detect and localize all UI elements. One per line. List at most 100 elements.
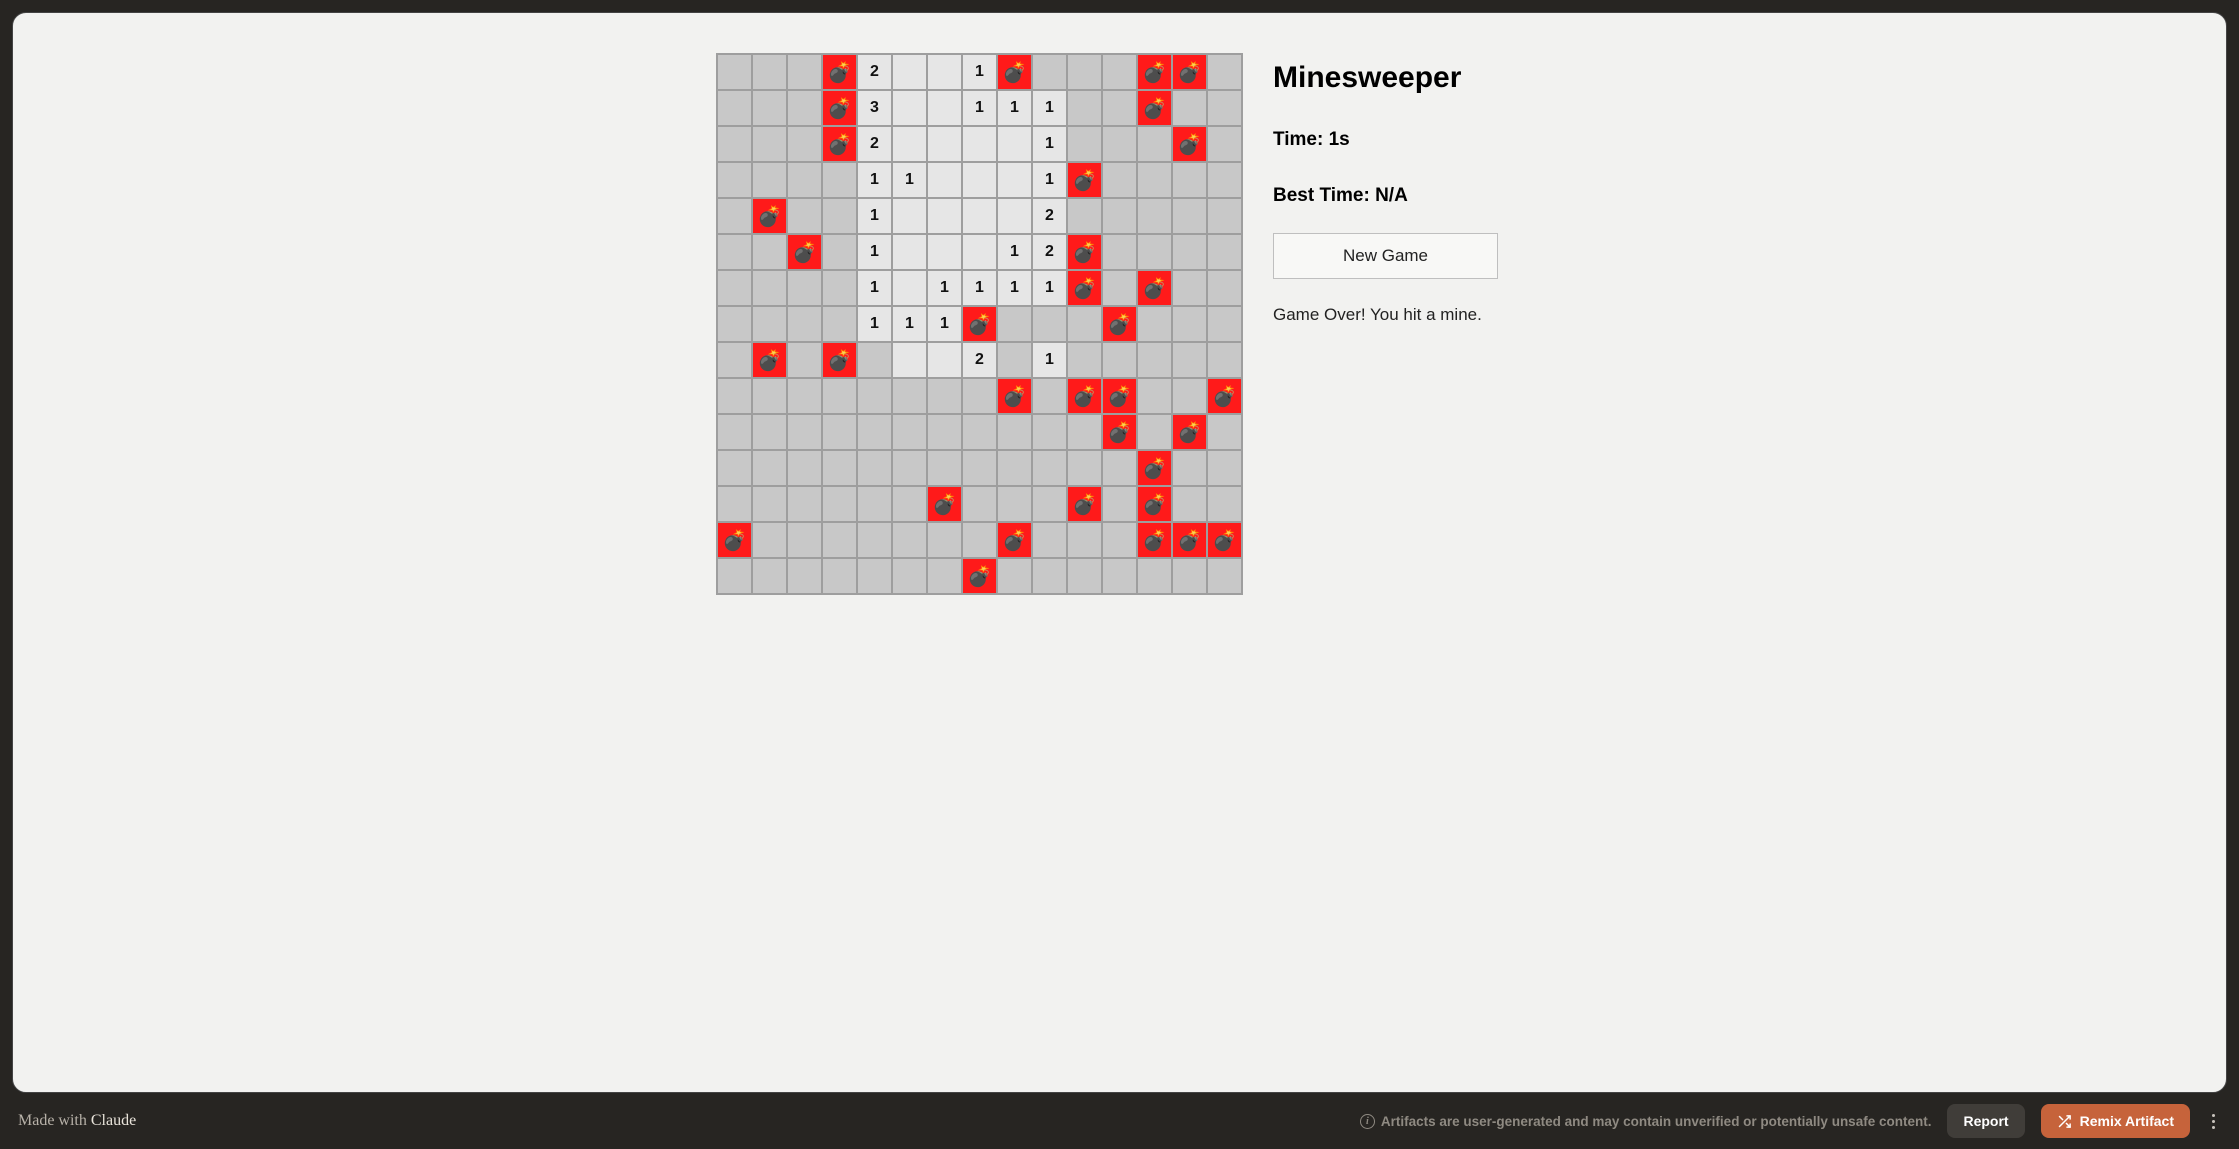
cell[interactable] [1032,306,1067,342]
cell[interactable] [1137,234,1172,270]
cell[interactable]: 💣 [1137,90,1172,126]
cell[interactable] [927,234,962,270]
cell[interactable] [752,234,787,270]
cell[interactable] [962,198,997,234]
cell[interactable] [1102,162,1137,198]
cell[interactable] [752,414,787,450]
cell[interactable]: 1 [997,270,1032,306]
cell[interactable] [1207,126,1242,162]
cell[interactable] [787,90,822,126]
cell[interactable]: 💣 [1137,270,1172,306]
cell[interactable] [822,522,857,558]
cell[interactable] [1137,162,1172,198]
cell[interactable]: 3 [857,90,892,126]
cell[interactable] [752,450,787,486]
cell[interactable]: 💣 [1137,450,1172,486]
cell[interactable] [1032,414,1067,450]
cell[interactable] [927,342,962,378]
cell[interactable]: 💣 [717,522,752,558]
cell[interactable]: 💣 [1207,378,1242,414]
cell[interactable] [1207,486,1242,522]
cell[interactable] [1032,378,1067,414]
cell[interactable] [1137,126,1172,162]
cell[interactable]: 💣 [1172,126,1207,162]
remix-artifact-button[interactable]: Remix Artifact [2041,1104,2190,1138]
cell[interactable] [997,198,1032,234]
cell[interactable] [892,54,927,90]
cell[interactable] [962,378,997,414]
cell[interactable]: 💣 [1067,162,1102,198]
cell[interactable] [1172,342,1207,378]
cell[interactable]: 1 [857,270,892,306]
cell[interactable] [962,522,997,558]
cell[interactable]: 💣 [962,306,997,342]
cell[interactable] [927,162,962,198]
cell[interactable]: 💣 [1067,270,1102,306]
cell[interactable]: 💣 [1067,378,1102,414]
cell[interactable]: 💣 [1067,486,1102,522]
cell[interactable] [857,486,892,522]
cell[interactable] [717,126,752,162]
cell[interactable] [822,450,857,486]
cell[interactable] [752,486,787,522]
cell[interactable] [787,378,822,414]
cell[interactable]: 1 [1032,342,1067,378]
cell[interactable]: 💣 [1137,486,1172,522]
cell[interactable] [822,414,857,450]
cell[interactable] [1207,342,1242,378]
cell[interactable]: 1 [857,198,892,234]
cell[interactable] [752,522,787,558]
cell[interactable]: 1 [1032,270,1067,306]
cell[interactable]: 2 [962,342,997,378]
cell[interactable]: 💣 [1102,378,1137,414]
cell[interactable] [997,126,1032,162]
cell[interactable] [752,54,787,90]
cell[interactable] [1032,54,1067,90]
cell[interactable] [997,162,1032,198]
cell[interactable] [962,126,997,162]
cell[interactable] [822,306,857,342]
cell[interactable] [1207,270,1242,306]
cell[interactable] [857,378,892,414]
cell[interactable]: 1 [1032,162,1067,198]
cell[interactable] [717,306,752,342]
cell[interactable] [892,198,927,234]
cell[interactable]: 1 [857,162,892,198]
cell[interactable]: 💣 [1102,306,1137,342]
cell[interactable]: 💣 [752,198,787,234]
cell[interactable] [1102,558,1137,594]
cell[interactable] [927,54,962,90]
cell[interactable] [717,162,752,198]
cell[interactable]: 💣 [997,522,1032,558]
cell[interactable] [892,486,927,522]
cell[interactable] [1172,558,1207,594]
more-menu-button[interactable] [2206,1106,2221,1137]
cell[interactable] [962,486,997,522]
cell[interactable] [822,558,857,594]
cell[interactable] [1032,558,1067,594]
cell[interactable] [1172,90,1207,126]
cell[interactable] [1137,198,1172,234]
cell[interactable] [1137,558,1172,594]
cell[interactable] [1102,486,1137,522]
cell[interactable] [1067,90,1102,126]
cell[interactable] [717,558,752,594]
cell[interactable] [962,414,997,450]
cell[interactable]: 💣 [1137,54,1172,90]
cell[interactable] [1032,522,1067,558]
report-button[interactable]: Report [1947,1104,2024,1138]
cell[interactable]: 1 [962,270,997,306]
cell[interactable] [717,450,752,486]
cell[interactable] [1102,198,1137,234]
cell[interactable]: 💣 [822,90,857,126]
cell[interactable] [752,126,787,162]
cell[interactable] [1067,126,1102,162]
cell[interactable] [752,162,787,198]
cell[interactable] [822,270,857,306]
made-with-claude[interactable]: Made with Claude [18,1112,136,1130]
cell[interactable] [857,450,892,486]
cell[interactable] [1207,54,1242,90]
cell[interactable] [997,306,1032,342]
cell[interactable] [822,486,857,522]
cell[interactable]: 1 [1032,90,1067,126]
